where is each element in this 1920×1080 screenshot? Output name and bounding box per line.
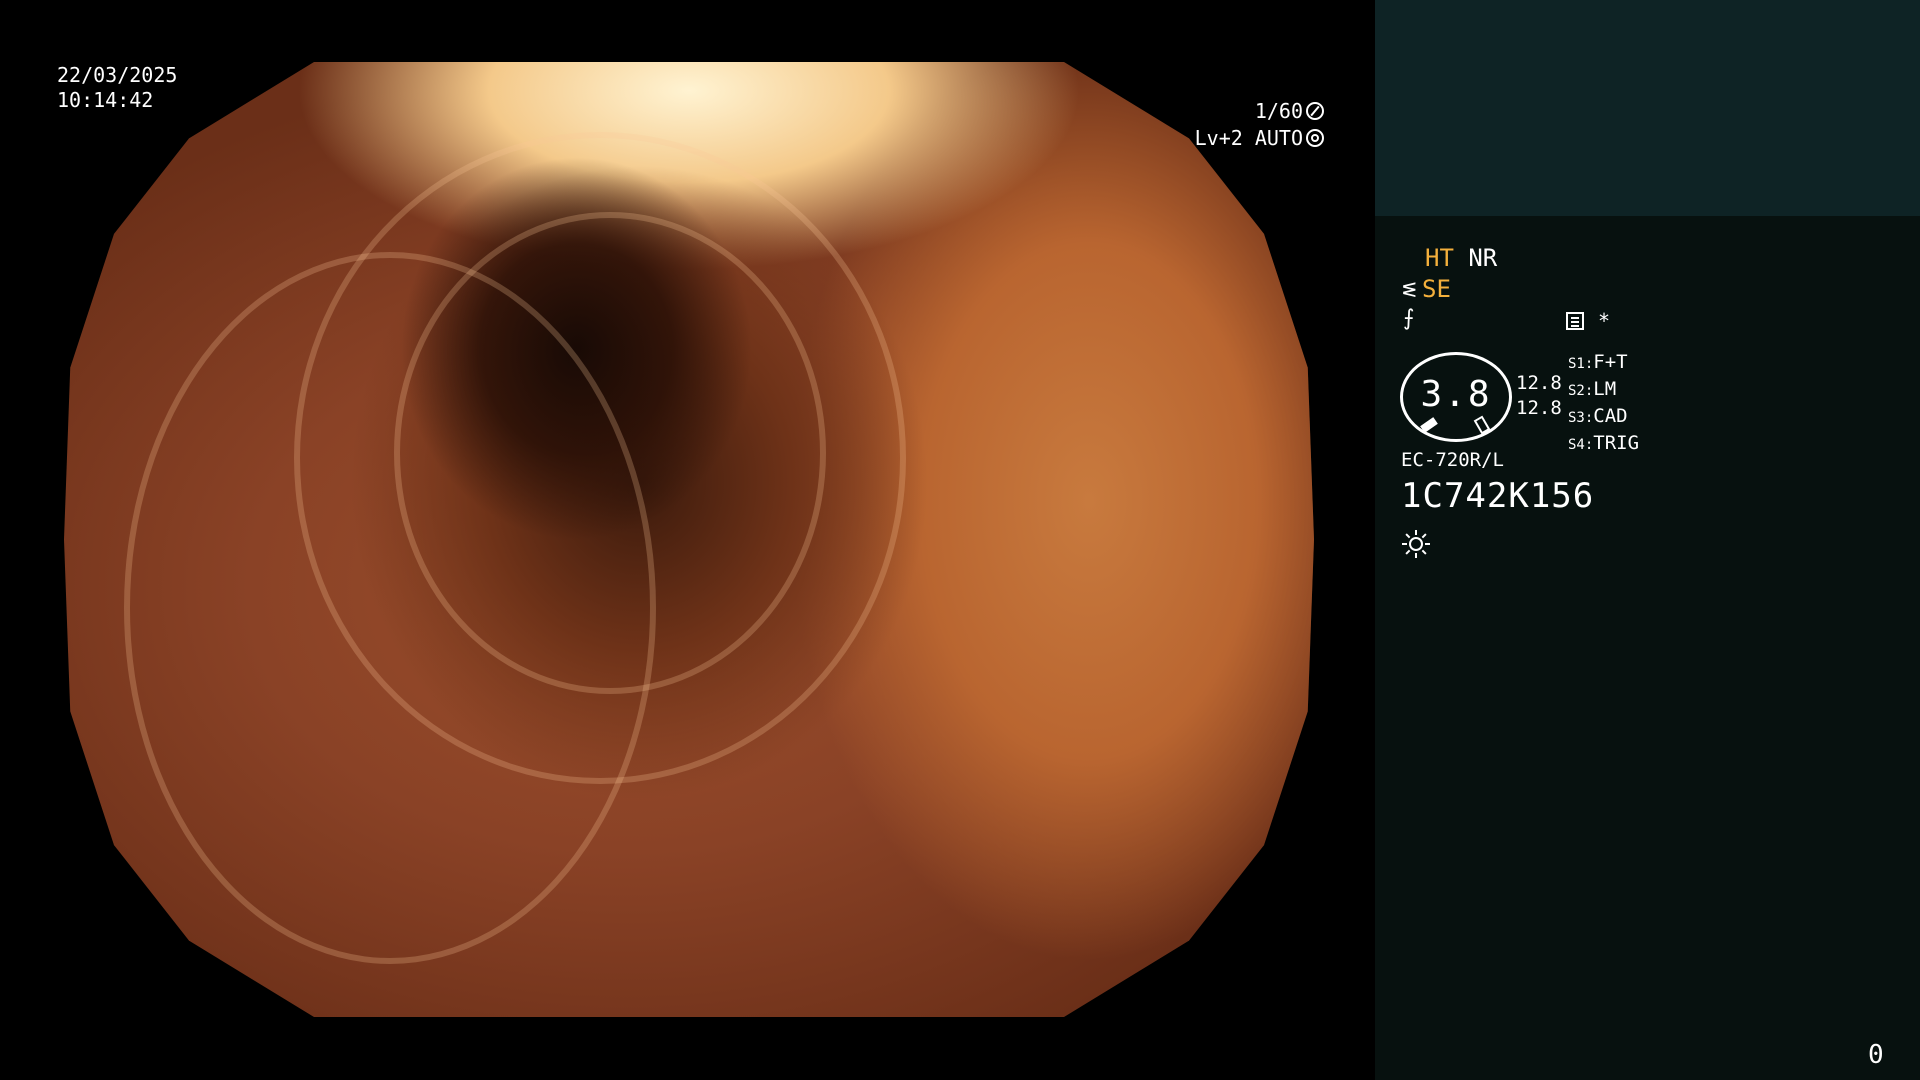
switch-slot: S4:TRIG: [1568, 432, 1640, 454]
zoom-gauge: 3.8: [1400, 352, 1512, 442]
switch-slot: S3:CAD: [1568, 405, 1628, 427]
endoscopy-monitor: 22/03/2025 10:14:42 1/60 Lv+2 AUTO HT NR…: [0, 0, 1920, 1080]
f-symbol: ⨍: [1403, 306, 1415, 331]
menu-status: *: [1566, 306, 1610, 336]
endoscopic-image-area: 22/03/2025 10:14:42 1/60 Lv+2 AUTO: [0, 0, 1375, 1080]
numeric-readouts: 12.8 12.8: [1516, 371, 1562, 421]
light-sun-icon: [1402, 530, 1430, 558]
mucosal-fold: [124, 252, 656, 964]
readout-1: 12.8: [1516, 372, 1562, 394]
ht-indicator: HT: [1425, 244, 1454, 272]
date-text: 22/03/2025: [57, 63, 178, 87]
endoscopic-video-feed: [64, 62, 1314, 1017]
gauge-marker-icon: [1473, 415, 1491, 435]
readout-2: 12.8: [1516, 397, 1562, 419]
se-status: ᓬ SE: [1402, 274, 1451, 305]
gauge-value: 3.8: [1420, 374, 1492, 415]
switch-slot: S2:LM: [1568, 378, 1617, 400]
se-indicator: SE: [1422, 275, 1451, 303]
shutter-fan-icon: [1306, 102, 1324, 120]
menu-list-icon: [1566, 312, 1584, 330]
enhancement-status: HT NR: [1425, 243, 1497, 273]
nr-indicator: NR: [1468, 244, 1498, 272]
shutter-speed-text: 1/60: [1254, 99, 1303, 123]
asterisk-indicator: *: [1598, 309, 1611, 333]
scope-serial: 1C742K156: [1401, 476, 1595, 516]
info-panel: [1375, 216, 1920, 1080]
datetime-overlay: 22/03/2025 10:14:42: [57, 63, 177, 113]
info-panel-top: [1375, 0, 1920, 216]
scope-model: EC-720R/L: [1401, 449, 1504, 471]
switch-assignments: S1:F+T S2:LM S3:CAD S4:TRIG: [1568, 350, 1639, 458]
switch-slot: S1:F+T: [1568, 351, 1628, 373]
frame-counter: 0: [1868, 1040, 1884, 1070]
time-text: 10:14:42: [57, 88, 154, 112]
iris-level-text: Lv+2 AUTO: [1194, 126, 1303, 150]
gauge-marker-icon: [1420, 417, 1438, 433]
scope-se-icon: ᓬ: [1402, 278, 1417, 302]
iris-gear-icon: [1306, 129, 1324, 147]
exposure-overlay: 1/60 Lv+2 AUTO: [1160, 98, 1324, 152]
